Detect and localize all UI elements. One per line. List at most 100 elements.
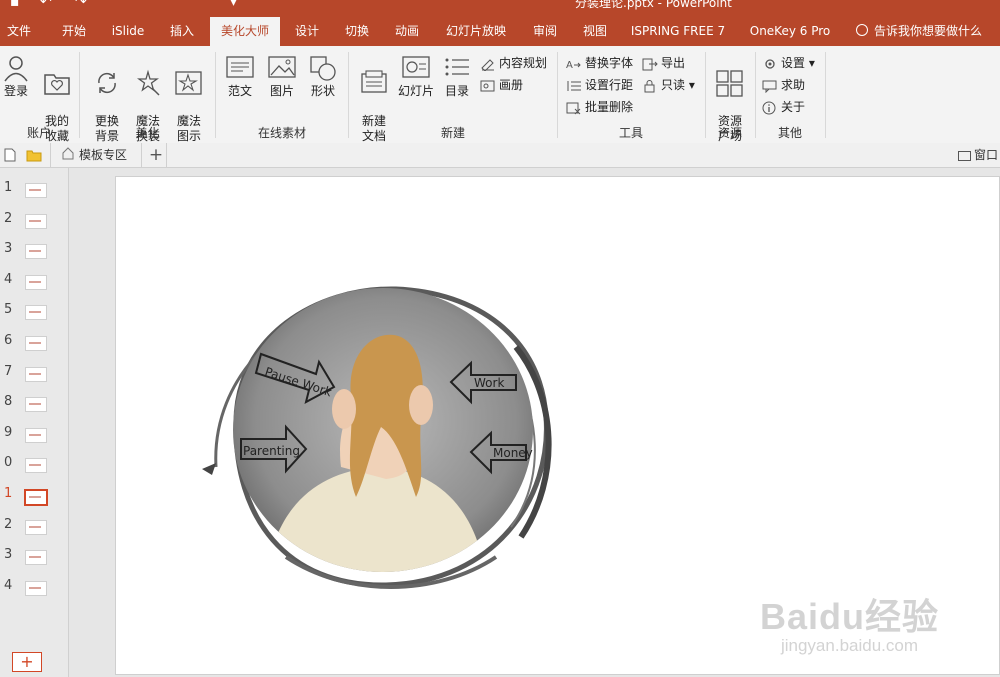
grid-icon <box>716 70 743 97</box>
tab-animations[interactable]: 动画 <box>388 17 426 46</box>
tab-design[interactable]: 设计 <box>288 17 326 46</box>
slide-thumbnail[interactable] <box>25 580 47 596</box>
line-spacing-button[interactable]: 设置行距 <box>566 76 633 94</box>
album-label: 画册 <box>499 78 524 92</box>
title-bar: ▪ ↶ ↷ ▾ 分装理论.pptx - PowerPoint <box>0 0 1000 17</box>
tab-onekey[interactable]: OneKey 6 Pro <box>744 17 836 46</box>
new-document-icon <box>361 70 387 93</box>
watermark-url: jingyan.baidu.com <box>780 636 918 655</box>
watermark-brand: Baidu经验 <box>759 596 939 637</box>
template-zone-label: 模板专区 <box>79 148 128 162</box>
tab-view[interactable]: 视图 <box>576 17 614 46</box>
help-label: 求助 <box>781 78 806 92</box>
sample-button[interactable]: 范文 <box>222 54 258 99</box>
new-file-icon[interactable] <box>4 143 16 167</box>
lock-icon <box>644 79 655 92</box>
content-plan-button[interactable]: 内容规划 <box>480 54 547 72</box>
sample-label: 范文 <box>227 84 252 98</box>
slide-thumbnail[interactable] <box>25 213 47 229</box>
template-zone-tab[interactable]: 模板专区 <box>50 143 142 167</box>
slide-thumbnail[interactable] <box>25 305 47 321</box>
thumbnail-content <box>29 219 41 222</box>
content-plan-label: 内容规划 <box>499 56 548 70</box>
slide-number: 1 <box>4 180 13 195</box>
export-label: 导出 <box>661 56 686 70</box>
slide-thumbnail[interactable] <box>25 244 47 260</box>
picture-button[interactable]: 图片 <box>264 54 300 99</box>
slide-thumbnail[interactable] <box>24 489 48 506</box>
batch-delete-icon <box>566 102 581 114</box>
tab-home[interactable]: 开始 <box>52 17 96 46</box>
export-icon <box>642 58 658 70</box>
slide-thumbnail[interactable] <box>25 274 47 290</box>
gear-icon <box>765 58 775 69</box>
slide-thumbnail[interactable] <box>25 397 47 413</box>
tab-review[interactable]: 审阅 <box>526 17 564 46</box>
toc-label: 目录 <box>444 84 469 98</box>
tab-beautify-master[interactable]: 美化大师 <box>210 17 280 46</box>
tab-file[interactable]: 文件 <box>0 17 38 46</box>
line-spacing-label: 设置行距 <box>585 78 634 92</box>
tab-insert[interactable]: 插入 <box>160 17 204 46</box>
window-icon <box>958 150 971 161</box>
slide-thumbnail[interactable] <box>25 183 47 198</box>
thumbnail-content <box>29 525 41 528</box>
slide-thumbnail[interactable] <box>25 550 47 566</box>
window-button[interactable]: 窗口 <box>958 143 998 167</box>
about-label: 关于 <box>781 100 806 114</box>
svg-text:A: A <box>566 60 573 71</box>
settings-button[interactable]: 设置 ▾ <box>762 54 815 72</box>
redo-icon[interactable]: ↷ <box>75 0 87 10</box>
arrow-text-money: Money <box>493 446 533 460</box>
group-label-new: 新建 <box>440 126 465 140</box>
login-button[interactable]: 登录 <box>2 54 30 99</box>
shape-button[interactable]: 形状 <box>306 54 340 99</box>
slide-number: 2 <box>4 516 13 532</box>
ribbon: 登录 我的 收藏 账户 更换 背景 魔法 换装 魔法 图示 美化 范文 图片 形… <box>0 46 1000 144</box>
tab-islide[interactable]: iSlide <box>104 17 152 46</box>
replace-font-button[interactable]: A 替换字体 <box>566 54 633 72</box>
slide-thumbnail[interactable] <box>25 336 47 351</box>
save-icon[interactable]: ▪ <box>10 0 20 10</box>
refresh-icon <box>98 72 116 94</box>
tab-transitions[interactable]: 切换 <box>338 17 376 46</box>
slide-number: 1 <box>4 486 13 501</box>
tell-me-search[interactable]: 告诉我你想要做什么 <box>856 17 982 46</box>
document-title: 分装理论.pptx - PowerPoint <box>575 0 732 10</box>
customize-icon[interactable]: ▾ <box>230 0 237 10</box>
group-label-resource: 资源 <box>717 126 742 140</box>
album-button[interactable]: 画册 <box>480 76 523 94</box>
slide-thumbnail[interactable] <box>25 519 47 535</box>
slide-number: 2 <box>4 210 13 226</box>
toc-button[interactable]: 目录 <box>440 54 474 99</box>
slide-thumbnail[interactable] <box>25 366 47 382</box>
folder-heart-icon <box>44 74 70 95</box>
user-icon <box>4 56 28 82</box>
add-slide-button[interactable]: + <box>12 652 42 672</box>
group-label-other: 其他 <box>777 126 802 140</box>
slide-thumbnail[interactable] <box>25 458 47 474</box>
thumbnail-content <box>29 372 41 375</box>
magic-diagram-icon <box>175 71 202 95</box>
readonly-button[interactable]: 只读 ▾ <box>642 76 695 94</box>
new-slide-button[interactable]: 幻灯片 <box>396 54 436 99</box>
magic-wand-icon <box>137 69 160 96</box>
help-button[interactable]: 求助 <box>762 76 805 94</box>
about-button[interactable]: 关于 <box>762 98 805 116</box>
slide-thumbnail-pane: + 1 2 3 4 5 6 7 8 9 0 1 2 3 4 <box>0 168 69 677</box>
undo-icon[interactable]: ↶ <box>40 0 52 10</box>
export-button[interactable]: 导出 <box>642 54 685 72</box>
batch-delete-button[interactable]: 批量删除 <box>566 98 633 116</box>
slide-thumbnail[interactable] <box>25 427 47 443</box>
slide-number: 0 <box>4 455 13 471</box>
tab-ispring[interactable]: ISPRING FREE 7 <box>628 17 728 46</box>
open-folder-icon[interactable] <box>26 143 42 167</box>
chat-icon <box>762 80 777 93</box>
slide-canvas[interactable]: Pause Work Parenting Work Money Baidu经验 … <box>115 176 1000 675</box>
group-label-beautify: 美化 <box>135 126 160 140</box>
replace-font-icon: A <box>566 60 581 71</box>
add-tab-button[interactable]: + <box>146 143 167 167</box>
thumbnail-content <box>29 496 41 498</box>
window-label: 窗口 <box>974 148 999 162</box>
tab-slideshow[interactable]: 幻灯片放映 <box>440 17 512 46</box>
